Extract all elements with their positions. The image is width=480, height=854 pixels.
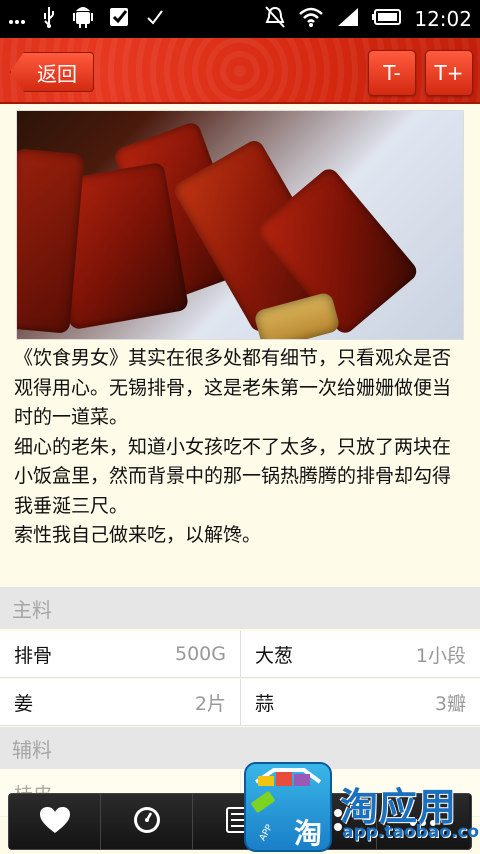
font-smaller-button[interactable]: T- xyxy=(368,50,416,96)
status-left-icons xyxy=(8,0,164,38)
ingredient-qty: 2片 xyxy=(194,692,226,715)
timer-icon xyxy=(131,804,163,840)
intro-paragraph: 《饮食男女》其实在很多处都有细节，只看观众是否观得用心。无锡排骨，这是老朱第一次… xyxy=(14,347,452,428)
ingredient-row: 排骨 500G 大葱 1小段 xyxy=(0,631,480,678)
ingredient-cell: 蒜 3瓣 xyxy=(240,679,480,725)
ingredient-name: 姜 xyxy=(14,692,34,715)
taobao-app-watermark: APP 淘 淘应用 app.taobao.com xyxy=(244,762,480,854)
ingredient-qty: 3瓣 xyxy=(434,692,466,715)
back-button[interactable]: 返回 xyxy=(10,52,94,92)
ingredient-qty: 1小段 xyxy=(415,644,466,667)
timer-button[interactable] xyxy=(101,794,193,849)
intro-paragraph: 细心的老朱，知道小女孩吃不了太多，只放了两块在小饭盒里，然而背景中的那一锅热腾腾… xyxy=(14,435,452,517)
status-time: 12:02 xyxy=(414,7,472,31)
status-bar: 12:02 xyxy=(0,0,480,38)
header-bar: 返回 T- T+ xyxy=(0,38,480,104)
wifi-icon xyxy=(298,6,324,32)
ingredient-row: 姜 2片 蒜 3瓣 xyxy=(0,679,480,726)
android-icon xyxy=(72,5,94,33)
ingredient-qty: 500G xyxy=(175,643,226,665)
checkbox-icon xyxy=(108,5,132,33)
watermark-url: app.taobao.com xyxy=(342,822,480,842)
signal-icon xyxy=(336,6,360,32)
shopping-bag-icon: APP 淘 xyxy=(244,762,332,852)
favorite-button[interactable] xyxy=(9,794,101,849)
heart-icon xyxy=(39,806,71,838)
usb-icon xyxy=(40,5,58,33)
ingredient-name: 排骨 xyxy=(14,644,53,667)
ingredient-name: 蒜 xyxy=(255,692,275,715)
battery-icon xyxy=(372,8,402,30)
bag-char: 淘 xyxy=(294,817,323,850)
mute-bell-icon xyxy=(264,5,286,33)
status-right-icons: 12:02 xyxy=(264,0,472,38)
intro-paragraph: 索性我自己做来吃，以解馋。 xyxy=(14,524,262,546)
more-dots-icon xyxy=(8,10,26,29)
ingredient-cell: 姜 2片 xyxy=(0,679,240,725)
recipe-intro: 《饮食男女》其实在很多处都有细节，只看观众是否观得用心。无锡排骨，这是老朱第一次… xyxy=(14,344,466,551)
ingredient-cell: 排骨 500G xyxy=(0,631,240,677)
check-icon xyxy=(146,8,164,30)
font-larger-button[interactable]: T+ xyxy=(425,50,473,96)
ingredient-name: 大葱 xyxy=(255,644,294,667)
ingredient-cell: 大葱 1小段 xyxy=(240,631,480,677)
dish-photo xyxy=(16,110,464,340)
main-ingredients-header: 主料 xyxy=(0,587,480,629)
